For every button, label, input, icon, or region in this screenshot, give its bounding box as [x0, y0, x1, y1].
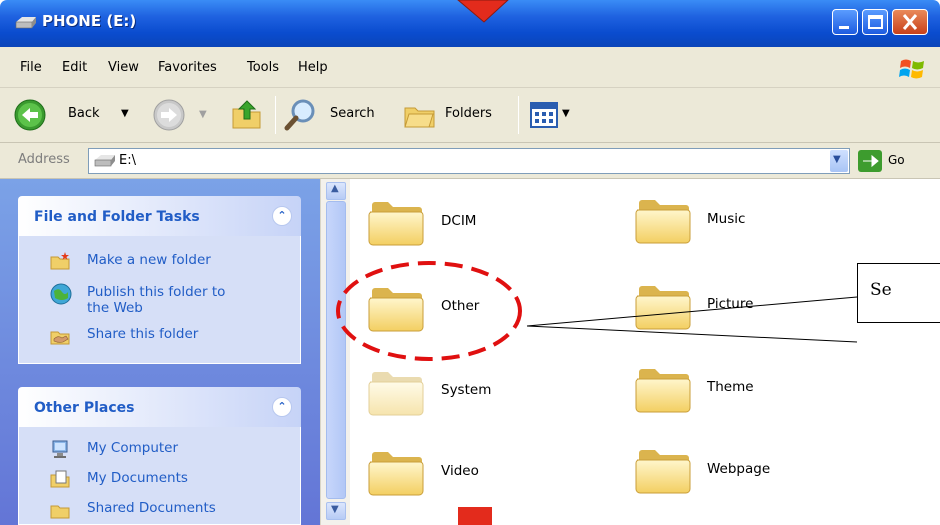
toolbar-separator [275, 96, 276, 134]
folder-icon [366, 276, 426, 334]
views-button[interactable]: ▼ [530, 100, 582, 130]
collapse-chevron-icon[interactable]: ⌃ [272, 206, 292, 226]
folder-icon [366, 360, 426, 418]
chevron-down-icon: ▼ [331, 504, 339, 515]
drive-icon [15, 17, 36, 29]
menu-view[interactable]: View [108, 60, 139, 75]
folders-icon [404, 107, 435, 128]
file-folder-tasks-title: File and Folder Tasks [34, 209, 200, 225]
share-folder-icon [50, 331, 70, 345]
my-documents-link[interactable]: My Documents [87, 471, 188, 486]
make-new-folder-link[interactable]: Make a new folder [87, 253, 211, 268]
shared-documents-link[interactable]: Shared Documents [87, 501, 216, 516]
views-dropdown-icon: ▼ [562, 108, 570, 119]
drive-icon [94, 155, 115, 167]
my-documents-icon [50, 470, 70, 488]
forward-arrow-icon[interactable] [153, 99, 185, 131]
back-dropdown-icon[interactable]: ▼ [121, 108, 129, 119]
views-icon [530, 102, 558, 128]
minimize-button[interactable] [832, 9, 858, 35]
folder-icon [366, 190, 426, 248]
publish-folder-link-cont[interactable]: the Web [87, 301, 143, 316]
folders-label: Folders [445, 106, 492, 121]
go-button[interactable]: Go [858, 149, 918, 173]
folder-label: Other [441, 298, 480, 314]
folders-button[interactable]: Folders [403, 98, 513, 132]
back-arrow-icon [14, 99, 46, 131]
folder-label: System [441, 382, 492, 398]
folder-icon [633, 438, 693, 496]
windows-logo-icon [899, 59, 924, 79]
my-computer-link[interactable]: My Computer [87, 441, 178, 456]
other-places-title: Other Places [34, 400, 135, 416]
menu-favorites[interactable]: Favorites [158, 60, 217, 75]
folder-icon [633, 188, 693, 246]
toolbar-separator [518, 96, 519, 134]
folder-label: Theme [707, 379, 754, 395]
publish-folder-link[interactable]: Publish this folder to [87, 285, 225, 300]
publish-web-icon [50, 283, 72, 305]
back-button[interactable]: Back ▼ [14, 98, 142, 132]
search-label: Search [330, 106, 375, 121]
go-label: Go [888, 153, 905, 167]
chevron-up-icon: ▲ [331, 183, 339, 194]
scrollbar-thumb[interactable] [326, 201, 346, 499]
address-value: E:\ [119, 153, 136, 168]
share-folder-link[interactable]: Share this folder [87, 327, 198, 342]
minimize-icon [839, 26, 849, 29]
chevron-down-icon: ▼ [833, 154, 841, 165]
menu-file[interactable]: File [20, 60, 42, 75]
folder-icon [366, 440, 426, 498]
folder-label: Picture [707, 296, 754, 312]
maximize-button[interactable] [862, 9, 888, 35]
scroll-up-button[interactable]: ▲ [326, 182, 346, 200]
my-computer-icon [52, 440, 68, 458]
title-bar[interactable]: PHONE (E:) [0, 0, 940, 47]
folder-label: Music [707, 211, 746, 227]
maximize-icon [868, 15, 883, 29]
back-label: Back [68, 106, 100, 121]
folder-icon [633, 357, 693, 415]
collapse-chevron-icon[interactable]: ⌃ [272, 397, 292, 417]
search-icon [284, 99, 315, 131]
forward-dropdown-icon[interactable]: ▼ [199, 109, 207, 120]
window-title: PHONE (E:) [42, 12, 137, 30]
address-label: Address [18, 152, 70, 167]
menu-tools[interactable]: Tools [247, 60, 279, 75]
address-dropdown-button[interactable]: ▼ [830, 150, 848, 172]
new-folder-icon [50, 252, 70, 270]
folder-label: Webpage [707, 461, 771, 477]
go-arrow-icon [858, 150, 882, 172]
close-button[interactable] [892, 9, 928, 35]
search-button[interactable]: Search [284, 98, 384, 132]
menu-bar [0, 47, 940, 88]
up-folder-icon[interactable] [230, 97, 264, 131]
folder-icon [633, 274, 693, 332]
address-input[interactable]: E:\ [88, 148, 850, 174]
menu-edit[interactable]: Edit [62, 60, 87, 75]
callout-text: Se [870, 280, 892, 300]
scroll-down-button[interactable]: ▼ [326, 502, 346, 520]
close-icon [902, 14, 918, 30]
shared-documents-icon [50, 505, 70, 519]
folder-label: DCIM [441, 213, 477, 229]
menu-help[interactable]: Help [298, 60, 328, 75]
folder-label: Video [441, 463, 479, 479]
